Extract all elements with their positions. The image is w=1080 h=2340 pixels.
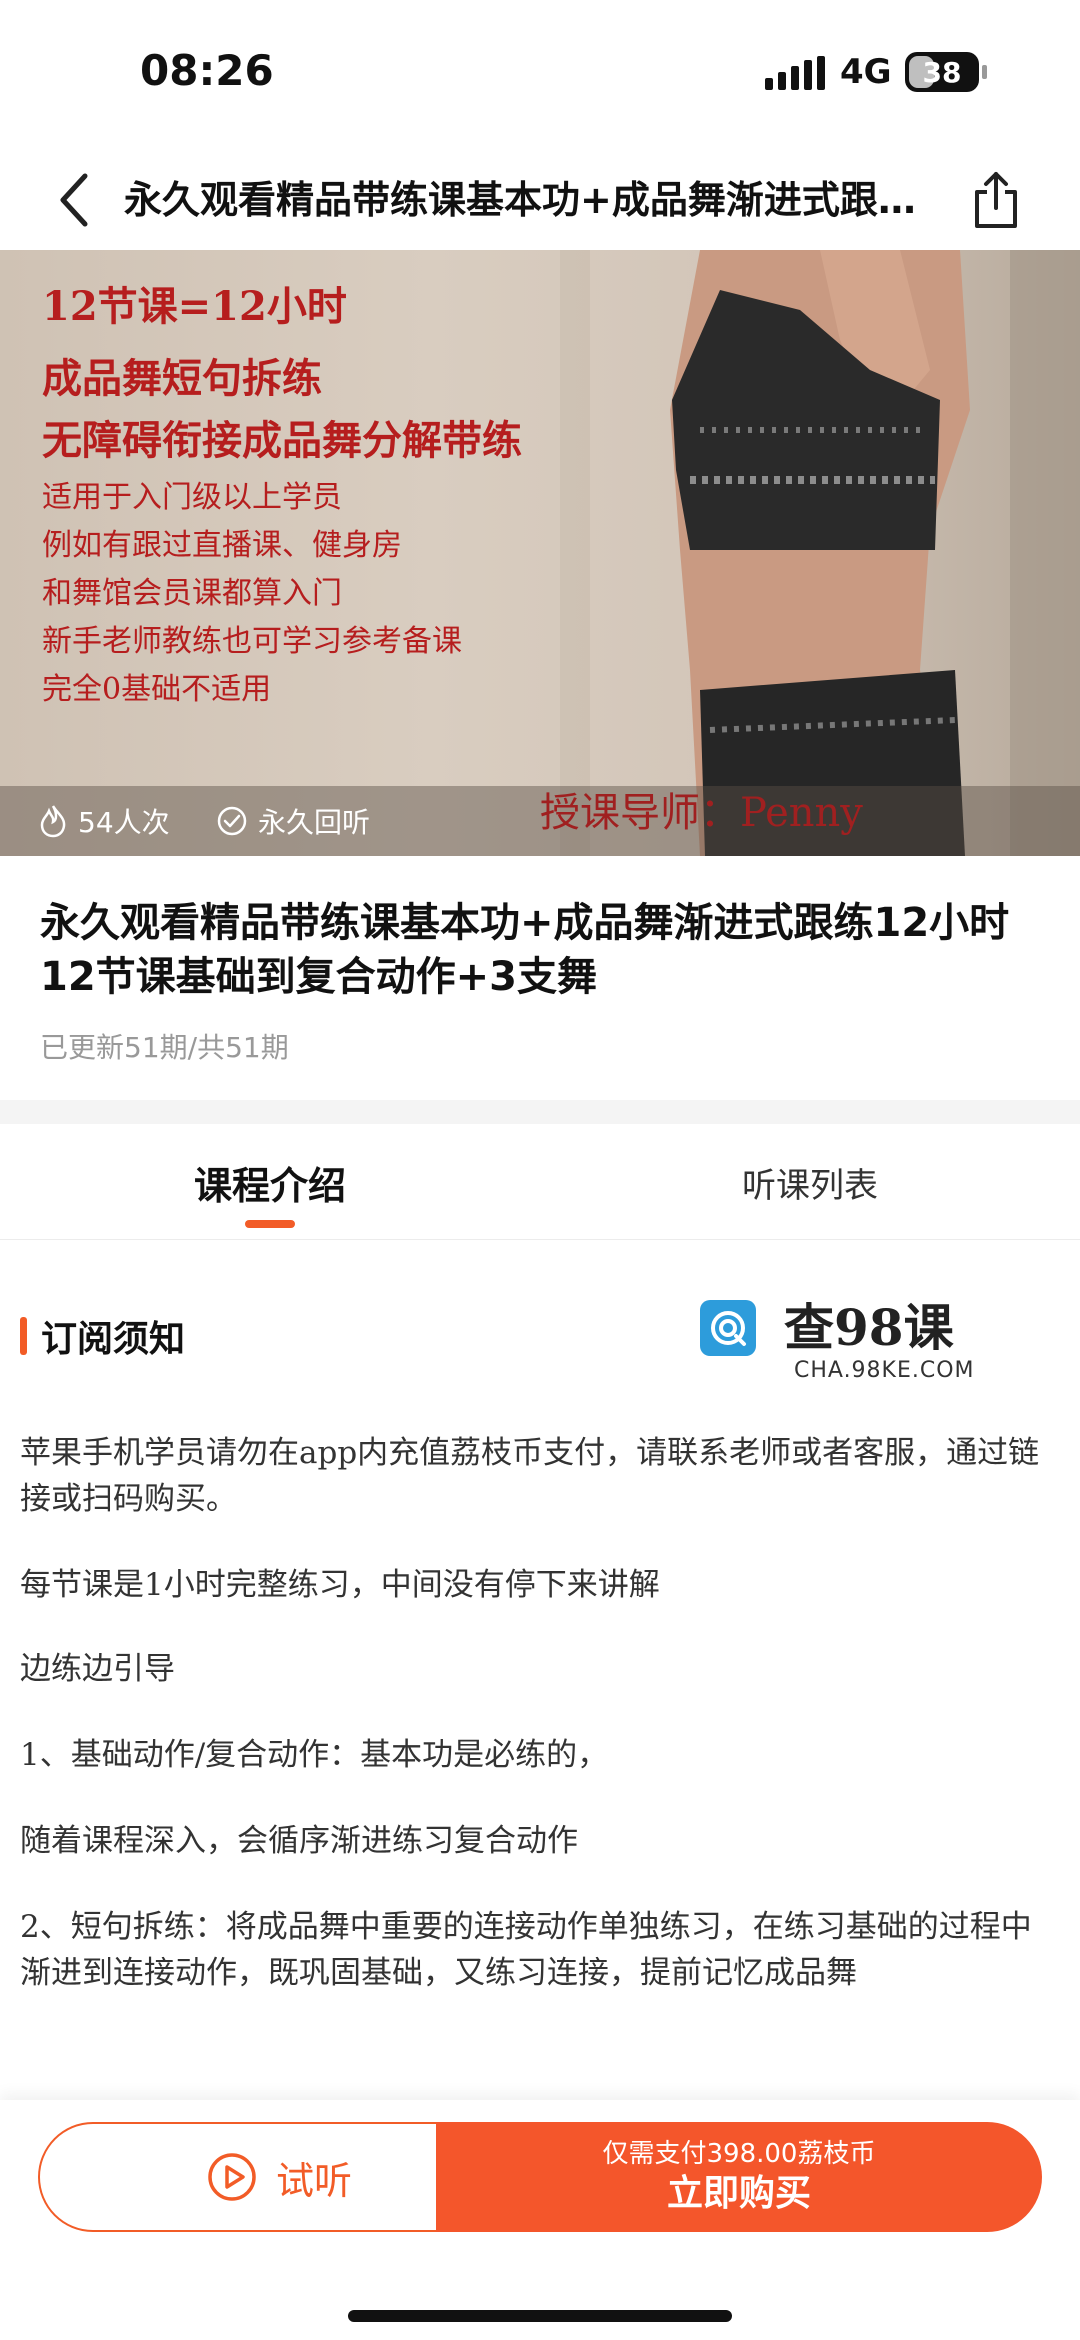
trial-listen-label: 试听 (275, 2158, 352, 2203)
signal-icon (765, 56, 825, 90)
notice-paragraph: 苹果手机学员请勿在app内充值荔枝币支付，请联系老师或者客服，通过链接或扫码购买… (20, 1435, 1040, 1517)
cover-teacher: 授课导师：Penny (540, 790, 863, 836)
battery-level: 38 (922, 55, 962, 89)
battery-icon: 38 (905, 52, 987, 92)
back-arrow-icon (60, 173, 88, 227)
buy-now-label: 立即购买 (666, 2173, 811, 2214)
cover-note-4: 新手老师教练也可学习参考备课 (42, 624, 462, 659)
check-circle-icon (217, 806, 247, 836)
back-button[interactable] (40, 162, 110, 238)
status-bar: 08:26 4G 38 (0, 0, 1080, 150)
views-count: 54人次 (78, 806, 170, 839)
bottom-action-bar: 试听 仅需支付398.00荔枝币 立即购买 (0, 2100, 1080, 2340)
notice-paragraph: 2、短句拆练：将成品舞中重要的连接动作单独练习，在练习基础的过程中渐进到连接动作… (20, 1909, 1032, 1991)
play-circle-icon (208, 2153, 256, 2201)
course-title: 永久观看精品带练课基本功+成品舞渐进式跟练12小时12节课基础到复合动作+3支舞 (40, 900, 1010, 1000)
section-title: 订阅须知 (41, 1319, 186, 1360)
notice-paragraph: 随着课程深入，会循序渐进练习复合动作 (20, 1823, 578, 1859)
access-label: 永久回听 (258, 806, 371, 839)
buy-now-button[interactable]: 仅需支付398.00荔枝币 立即购买 (436, 2122, 1042, 2232)
share-button[interactable] (960, 160, 1032, 240)
cover-note-1: 适用于入门级以上学员 (42, 480, 342, 515)
cover-line-1: 12节课=12小时 (42, 283, 347, 330)
cover-note-3: 和舞馆会员课都算入门 (42, 576, 342, 611)
notice-paragraph: 每节课是1小时完整练习，中间没有停下来讲解 (20, 1567, 660, 1603)
cover-line-3: 无障碍衔接成品舞分解带练 (42, 417, 522, 464)
nav-bar: 永久观看精品带练课基本功+成品舞渐进式跟练12小时12节课基础到复合动作+3支舞 (0, 150, 1080, 250)
section-accent-bar (20, 1317, 27, 1355)
active-tab-indicator (245, 1220, 295, 1228)
network-type: 4G (840, 52, 892, 92)
nav-title: 永久观看精品带练课基本功+成品舞渐进式跟练12小时12节课基础到复合动作+3支舞 (124, 178, 924, 222)
course-info: 永久观看精品带练课基本功+成品舞渐进式跟练12小时12节课基础到复合动作+3支舞… (0, 856, 1080, 1100)
course-description[interactable]: 订阅须知 查98课 CHA.98KE.COM 苹果手机学员请勿在app内充值荔枝… (0, 1240, 1080, 2110)
section-divider (0, 1100, 1080, 1124)
watermark-icon (700, 1300, 756, 1356)
tab-lesson-list[interactable]: 听课列表 (540, 1124, 1080, 1240)
watermark-logo: 查98课 CHA.98KE.COM (700, 1288, 1000, 1388)
views-stat: 54人次 (38, 800, 170, 842)
cover-note-5: 完全0基础不适用 (42, 672, 272, 707)
notice-paragraph: 边练边引导 (20, 1651, 175, 1687)
flame-icon (40, 805, 66, 838)
share-icon (975, 172, 1017, 228)
course-cover-image[interactable]: 12节课=12小时 成品舞短句拆练 无障碍衔接成品舞分解带练 适用于入门级以上学… (0, 250, 1080, 856)
buy-price: 仅需支付398.00荔枝币 (602, 2139, 876, 2169)
watermark-title: 查98课 (784, 1298, 954, 1357)
cover-note-2: 例如有跟过直播课、健身房 (42, 528, 402, 563)
access-stat: 永久回听 (216, 800, 370, 842)
notice-paragraph: 1、基础动作/复合动作：基本功是必练的， (20, 1737, 609, 1773)
cover-line-2: 成品舞短句拆练 (42, 355, 322, 402)
section-header: 订阅须知 (20, 1310, 185, 1362)
tab-bar: 课程介绍 听课列表 (0, 1124, 1080, 1240)
home-indicator[interactable] (348, 2310, 732, 2322)
watermark-subtitle: CHA.98KE.COM (794, 1358, 975, 1383)
status-time: 08:26 (140, 46, 274, 95)
course-progress: 已更新51期/共51期 (40, 1031, 289, 1064)
